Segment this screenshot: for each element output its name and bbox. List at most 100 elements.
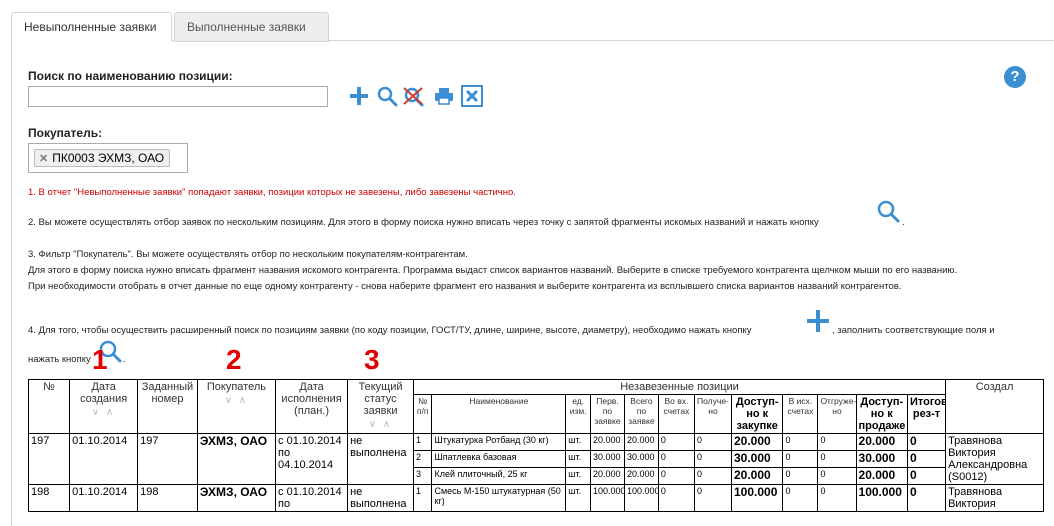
sort-icon[interactable]: ∨ ∧	[72, 407, 135, 418]
table-row: 198 01.10.2014 198 ЭХМЗ, ОАО с 01.10.201…	[27, 484, 1044, 512]
cell-received: 0	[693, 484, 732, 512]
col-first-req: Перв. по заявке	[589, 394, 625, 434]
cell-number: 198	[137, 484, 198, 512]
col-out-invoice: В исх. счетах	[782, 394, 819, 434]
cell-created: 01.10.2014	[69, 484, 139, 512]
col-total-req: Всего по заявке	[623, 394, 659, 434]
remove-chip-icon[interactable]: ✕	[39, 153, 48, 165]
cell-number: 197	[137, 433, 198, 485]
note-2-dot: .	[902, 217, 905, 228]
note-3b: Для этого в форму поиска нужно вписать ф…	[28, 265, 958, 276]
inline-search-icon	[876, 199, 902, 228]
note-1: 1. В отчет "Невыполненные заявки" попада…	[28, 187, 516, 198]
annotation-1: 1	[92, 344, 108, 375]
col-name: Наименование	[431, 394, 567, 434]
search-icon[interactable]	[375, 84, 399, 108]
search-label: Поиск по наименованию позиции:	[28, 69, 233, 83]
cell-status: не выполнена	[347, 484, 414, 512]
col-status[interactable]: Текущий статус заявки ∨ ∧	[347, 379, 414, 434]
cell-pp: 1	[412, 484, 433, 512]
col-group-unshipped: Незавезенные позиции	[412, 379, 947, 395]
cell-name: Шпатлевка базовая	[431, 450, 567, 468]
cell-shipped: 0	[817, 467, 857, 485]
buyer-label: Покупатель:	[28, 126, 103, 140]
cell-in-invoice: 0	[657, 450, 695, 468]
buyer-field[interactable]: ✕ ПК0003 ЭХМЗ, ОАО	[28, 143, 188, 173]
cell-avail-sell: 20.000	[855, 467, 908, 485]
sort-icon[interactable]: ∨ ∧	[350, 419, 411, 430]
note-4a: 4. Для того, чтобы осуществить расширенн…	[28, 325, 752, 336]
col-unit: ед. изм.	[565, 394, 591, 434]
col-avail-sell: Доступ- но к продаже	[855, 394, 908, 434]
cell-avail-buy: 30.000	[730, 450, 784, 468]
cell-pp: 3	[412, 467, 433, 485]
cell-author: Травянова Виктория	[945, 484, 1044, 512]
cell-shipped: 0	[817, 484, 857, 512]
cell-pp: 1	[412, 433, 433, 451]
cell-in-invoice: 0	[657, 467, 695, 485]
col-number: Заданный номер	[137, 379, 198, 434]
cell-unit: шт.	[565, 433, 591, 451]
col-author: Создал	[945, 379, 1044, 434]
search-input[interactable]	[28, 86, 328, 107]
annotation-3: 3	[364, 344, 380, 375]
cell-out-invoice: 0	[782, 484, 819, 512]
cell-name: Штукатурка Ротбанд (30 кг)	[431, 433, 567, 451]
cell-name: Смесь М-150 штукатурная (50 кг)	[431, 484, 567, 512]
tab-fulfilled[interactable]: Выполненные заявки	[174, 12, 329, 42]
col-in-invoice: Во вх. счетах	[657, 394, 695, 434]
cell-total-req: 20.000	[623, 467, 659, 485]
col-buyer[interactable]: Покупатель ∨ ∧	[196, 379, 277, 434]
note-3c: При необходимости отобрать в отчет данны…	[28, 281, 902, 292]
cell-total-req: 100.000	[623, 484, 659, 512]
cell-in-invoice: 0	[657, 484, 695, 512]
help-icon[interactable]: ?	[1004, 66, 1026, 88]
cell-shipped: 0	[817, 450, 857, 468]
cell-status: не выполнена	[347, 433, 414, 485]
cell-pp: 2	[412, 450, 433, 468]
orders-table: № Дата создания ∨ ∧ Заданный номер Покупа…	[27, 379, 1044, 512]
col-created[interactable]: Дата создания ∨ ∧	[69, 379, 139, 434]
cell-final-res: 0	[906, 484, 947, 512]
buyer-chip-label: ПК0003 ЭХМЗ, ОАО	[52, 151, 165, 165]
annotation-2: 2	[226, 344, 242, 375]
cell-out-invoice: 0	[782, 467, 819, 485]
note-4-dot: .	[123, 354, 126, 365]
cell-name: Клей плиточный, 25 кг	[431, 467, 567, 485]
cell-in-invoice: 0	[657, 433, 695, 451]
cell-num: 197	[27, 433, 71, 485]
cell-first-req: 20.000	[589, 467, 625, 485]
cell-avail-buy: 100.000	[730, 484, 784, 512]
cell-total-req: 30.000	[623, 450, 659, 468]
col-received: Получе- но	[693, 394, 732, 434]
cell-avail-buy: 20.000	[730, 433, 784, 451]
note-4c: нажать кнопку	[28, 354, 91, 365]
col-pp: № п/п	[412, 394, 433, 434]
cell-received: 0	[693, 450, 732, 468]
col-num: №	[27, 379, 71, 434]
add-icon[interactable]	[347, 84, 371, 108]
cell-author: Травянова Виктория Александровна (S0012)	[945, 433, 1044, 485]
cell-created: 01.10.2014	[69, 433, 139, 485]
cell-out-invoice: 0	[782, 450, 819, 468]
excel-export-icon[interactable]	[460, 84, 484, 108]
cell-exec-date: с 01.10.2014 по 04.10.2014	[275, 433, 349, 485]
cell-unit: шт.	[565, 467, 591, 485]
cell-received: 0	[693, 433, 732, 451]
tab-unfulfilled[interactable]: Невыполненные заявки	[11, 12, 172, 42]
print-icon[interactable]	[432, 84, 456, 108]
cell-final-res: 0	[906, 433, 947, 451]
cell-first-req: 20.000	[589, 433, 625, 451]
cell-shipped: 0	[817, 433, 857, 451]
cell-num: 198	[27, 484, 71, 512]
cell-first-req: 100.000	[589, 484, 625, 512]
tabs-bar: Невыполненные заявки Выполненные заявки	[11, 11, 1054, 42]
cell-final-res: 0	[906, 467, 947, 485]
cell-first-req: 30.000	[589, 450, 625, 468]
cell-avail-sell: 30.000	[855, 450, 908, 468]
sort-icon[interactable]: ∨ ∧	[200, 395, 273, 406]
clear-search-icon[interactable]	[402, 84, 426, 108]
cell-avail-sell: 100.000	[855, 484, 908, 512]
buyer-chip: ✕ ПК0003 ЭХМЗ, ОАО	[34, 149, 171, 167]
cell-final-res: 0	[906, 450, 947, 468]
